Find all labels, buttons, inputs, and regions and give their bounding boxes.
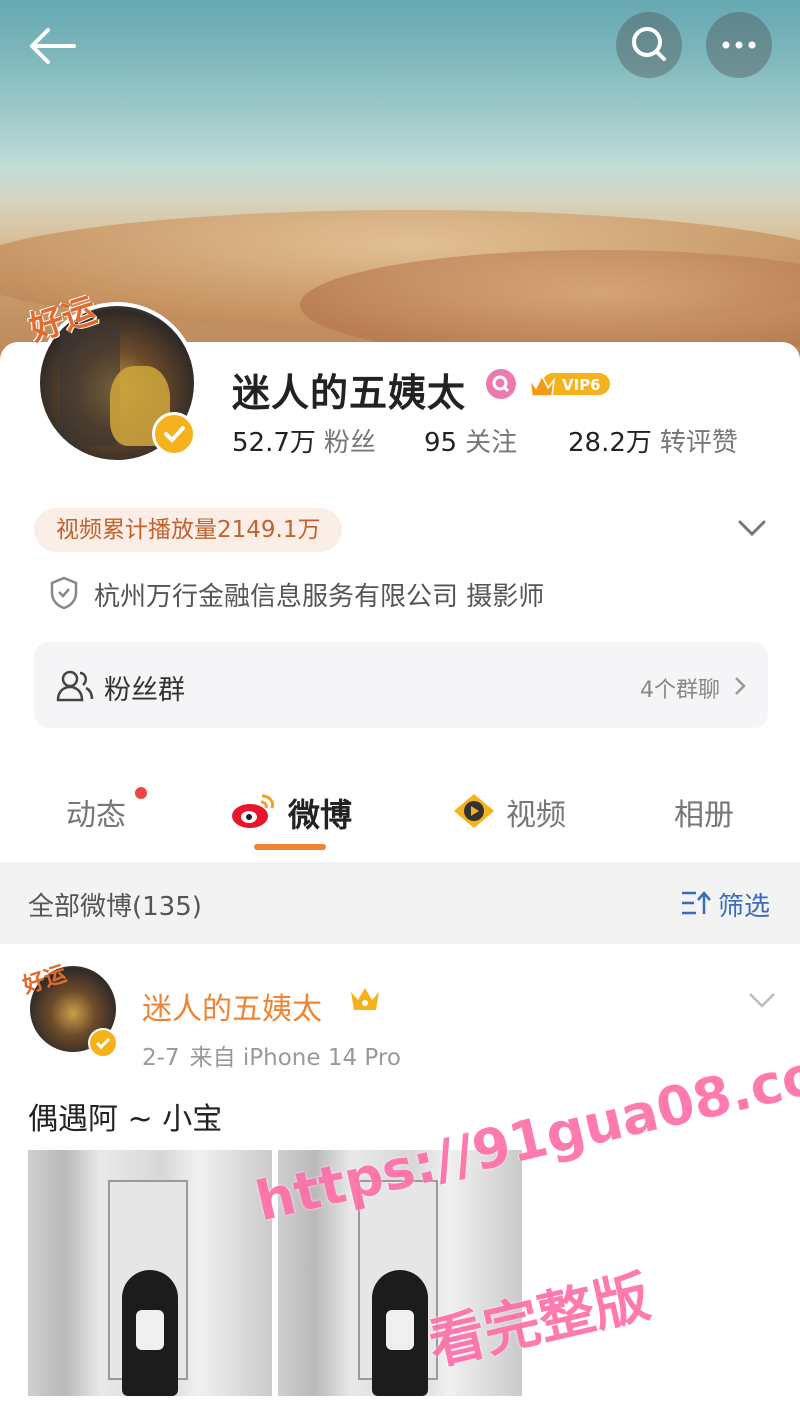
play-count-badge: 视频累计播放量2149.1万 (34, 508, 343, 552)
member-icon[interactable] (486, 369, 516, 399)
filter-button[interactable]: 筛选 (680, 884, 780, 922)
stat-label: 粉丝 (323, 428, 376, 458)
more-dots-icon (722, 41, 756, 49)
stat-likes[interactable]: 28.2万 转评赞 (568, 422, 738, 459)
fans-group-count: 4个群聊 (640, 678, 720, 703)
profile-name: 迷人的五姨太 (232, 371, 467, 415)
crown-icon (348, 984, 382, 1014)
search-button[interactable] (616, 12, 682, 78)
stat-following[interactable]: 95 关注 (424, 422, 517, 459)
post-author-name[interactable]: 迷人的五姨太 (142, 984, 322, 1028)
verified-badge-icon (88, 1028, 118, 1058)
filter-bar: 全部微博(135) 筛选 (0, 862, 800, 944)
tab-album[interactable]: 相册 (674, 790, 734, 834)
video-play-icon (454, 794, 494, 828)
filter-sort-icon (682, 891, 711, 915)
fans-group-label: 粉丝群 (104, 675, 185, 706)
fans-group-row[interactable]: 粉丝群 4个群聊 (34, 642, 768, 728)
all-posts-count[interactable]: 全部微博(135) (28, 886, 202, 923)
profile-tabs: 动态 微博 视频 相册 (0, 770, 800, 860)
chevron-down-icon[interactable] (736, 514, 768, 542)
chevron-right-icon (732, 674, 748, 698)
post-source: 来自 iPhone 14 Pro (189, 1045, 401, 1071)
photo-figure-shirt (386, 1310, 414, 1350)
post-text: 偶遇阿 ~ 小宝 (28, 1102, 223, 1137)
stat-label: 关注 (465, 428, 518, 458)
stat-label: 转评赞 (659, 428, 738, 458)
group-users-icon (56, 668, 94, 702)
active-tab-indicator (254, 844, 326, 850)
search-icon (632, 27, 666, 61)
verified-badge-icon (152, 412, 196, 456)
weibo-logo-icon (232, 794, 274, 828)
notification-dot (135, 787, 147, 799)
tab-weibo[interactable]: 微博 (288, 790, 352, 836)
post-meta: 2-7 来自 iPhone 14 Pro (142, 1038, 411, 1072)
stat-value: 95 (424, 428, 458, 458)
tab-video[interactable]: 视频 (506, 790, 566, 834)
company-info: 杭州万行金融信息服务有限公司 摄影师 (94, 582, 545, 612)
stat-value: 28.2万 (568, 428, 652, 458)
more-button[interactable] (706, 12, 772, 78)
back-button[interactable] (24, 22, 80, 70)
stat-followers[interactable]: 52.7万 粉丝 (232, 422, 376, 459)
shield-icon (50, 576, 78, 610)
filter-label: 筛选 (718, 892, 771, 922)
chevron-down-icon[interactable] (746, 988, 778, 1012)
post-date: 2-7 (142, 1045, 180, 1071)
stat-value: 52.7万 (232, 428, 316, 458)
tab-activity[interactable]: 动态 (66, 790, 126, 834)
photo-figure-shirt (136, 1310, 164, 1350)
arrow-left-icon (30, 28, 76, 64)
post-image[interactable] (28, 1150, 272, 1396)
vip-level: VIP6 (562, 376, 601, 394)
vip-badge[interactable]: VIP6 (528, 366, 612, 400)
